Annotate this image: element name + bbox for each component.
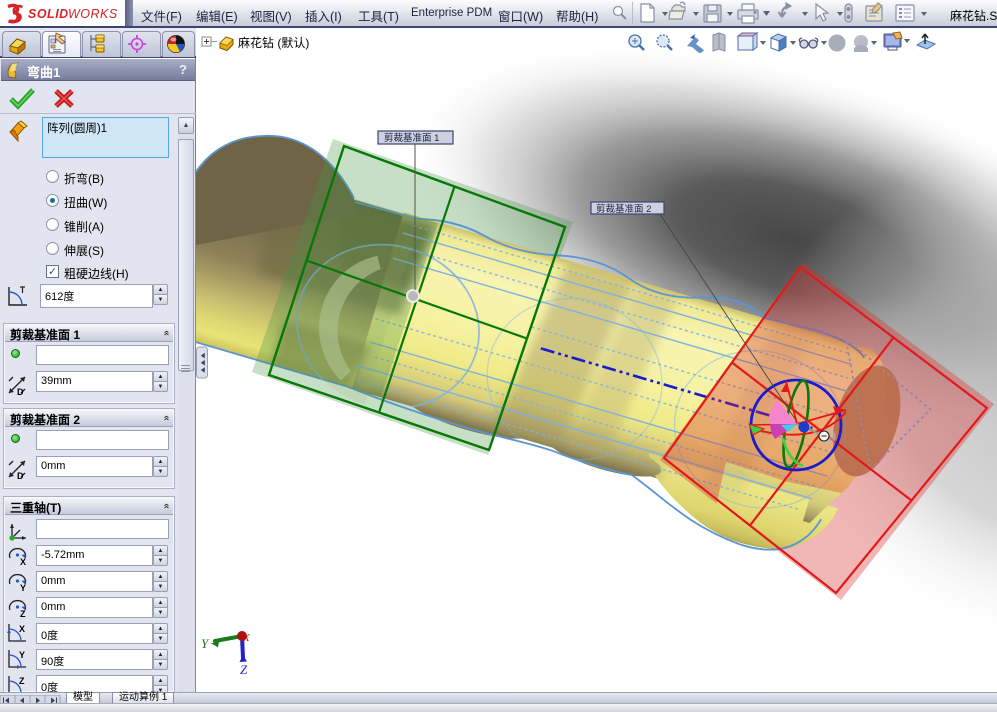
svg-text:WORKS: WORKS — [68, 7, 118, 21]
svg-text:X: X — [20, 557, 26, 566]
svg-text:剪裁基准面 2: 剪裁基准面 2 — [596, 203, 651, 215]
svg-text:Z: Z — [20, 609, 26, 618]
svg-text:X: X — [242, 632, 251, 644]
svg-text:剪裁基准面 1: 剪裁基准面 1 — [384, 132, 439, 144]
svg-text:Y: Y — [19, 650, 25, 660]
svg-text:D: D — [17, 471, 24, 481]
svg-text:D: D — [17, 387, 24, 397]
svg-text:Z: Z — [240, 662, 248, 677]
svg-text:麻花钻 (默认): 麻花钻 (默认) — [238, 35, 309, 50]
svg-text:SOLID: SOLID — [28, 7, 69, 21]
svg-text:X: X — [19, 624, 25, 634]
svg-text:Y: Y — [20, 583, 26, 592]
svg-text:Z: Z — [19, 676, 25, 686]
